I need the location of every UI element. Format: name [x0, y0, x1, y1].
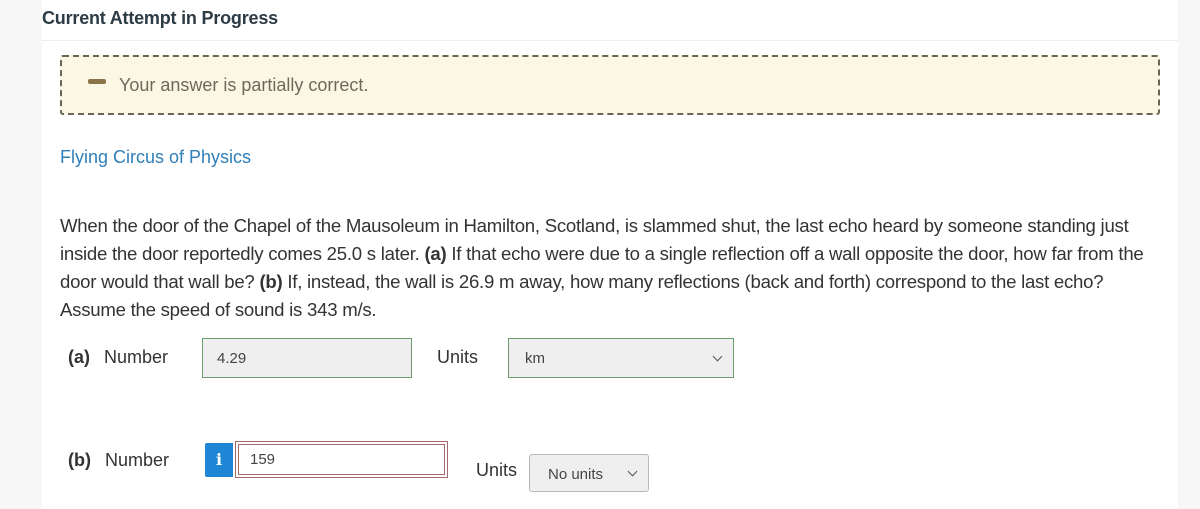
chevron-down-icon: [627, 466, 638, 477]
part-a-tag: (a): [424, 243, 447, 264]
part-a-number-input[interactable]: [202, 338, 412, 378]
part-b-label: (b) Number: [68, 450, 169, 471]
part-b-tag-label: (b): [68, 450, 91, 470]
partial-credit-dash-icon: [88, 79, 106, 84]
question-text: When the door of the Chapel of the Mauso…: [60, 212, 1160, 324]
source-link[interactable]: Flying Circus of Physics: [60, 147, 251, 168]
number-label: Number: [104, 347, 169, 367]
part-a-label: (a) Number: [68, 347, 168, 368]
selected-unit: No units: [548, 466, 604, 483]
divider: [42, 40, 1178, 41]
selected-unit: km: [525, 350, 545, 367]
units-label: Units: [437, 347, 479, 367]
part-a-units-select[interactable]: km: [508, 338, 734, 378]
part-a-tag-label: (a): [68, 347, 90, 367]
part-b-units-select[interactable]: No units: [529, 454, 649, 492]
part-b-tag: (b): [259, 271, 283, 292]
part-b-number-input[interactable]: [235, 441, 448, 478]
number-label: Number: [104, 450, 170, 470]
feedback-message: Your answer is partially correct.: [119, 75, 369, 95]
units-label: Units: [476, 460, 518, 480]
chevron-down-icon: [712, 351, 723, 362]
info-icon[interactable]: i: [205, 443, 233, 477]
feedback-banner: Your answer is partially correct.: [60, 55, 1160, 115]
page-title: Current Attempt in Progress: [42, 8, 278, 28]
